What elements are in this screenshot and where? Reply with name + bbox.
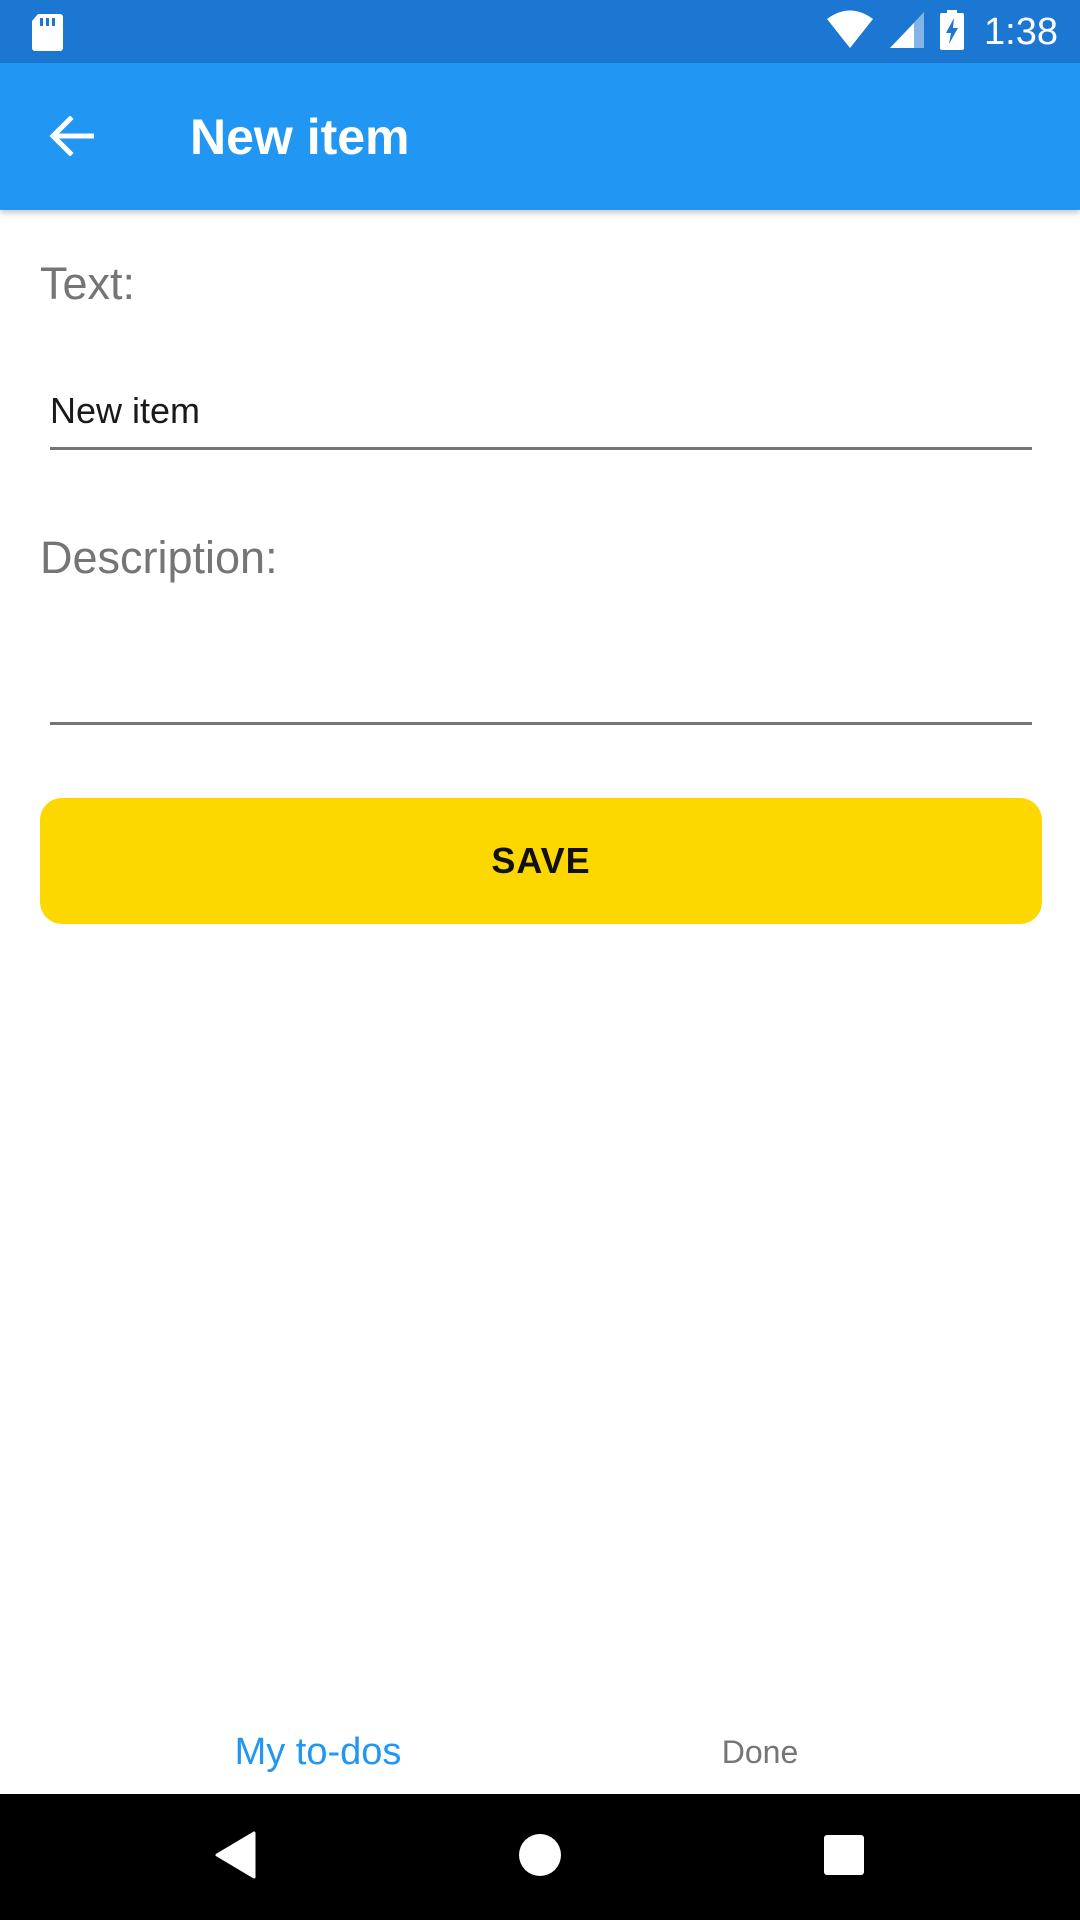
battery-charging-icon xyxy=(940,9,965,55)
app-bar: New item xyxy=(0,63,1080,210)
bottom-tab-bar: My to-dos Done xyxy=(0,1710,1080,1794)
save-button[interactable]: SAVE xyxy=(40,798,1042,924)
description-label: Description: xyxy=(40,532,278,583)
back-button[interactable] xyxy=(36,103,106,173)
tab-done[interactable]: Done xyxy=(490,1710,1030,1794)
recents-square-icon xyxy=(823,1834,865,1881)
page-title: New item xyxy=(190,109,410,165)
screen: 1:38 New item Text: Description: SAVE My… xyxy=(0,0,1080,1920)
description-input[interactable] xyxy=(50,655,1032,725)
back-triangle-icon xyxy=(214,1831,258,1884)
nav-back-button[interactable] xyxy=(206,1827,266,1887)
text-input[interactable] xyxy=(50,380,1032,450)
wifi-icon xyxy=(826,10,874,55)
status-time: 1:38 xyxy=(984,11,1058,53)
status-bar: 1:38 xyxy=(0,0,1080,63)
status-icons: 1:38 xyxy=(812,8,1058,56)
text-label: Text: xyxy=(40,258,136,309)
sd-card-icon xyxy=(30,12,64,52)
home-circle-icon xyxy=(517,1832,563,1883)
system-navigation-bar xyxy=(0,1794,1080,1920)
arrow-back-icon xyxy=(48,114,95,161)
tab-my-todos-label: My to-dos xyxy=(234,1730,402,1773)
tab-done-label: Done xyxy=(721,1733,799,1770)
nav-recents-button[interactable] xyxy=(814,1827,874,1887)
cell-signal-icon xyxy=(888,10,926,55)
nav-home-button[interactable] xyxy=(510,1827,570,1887)
